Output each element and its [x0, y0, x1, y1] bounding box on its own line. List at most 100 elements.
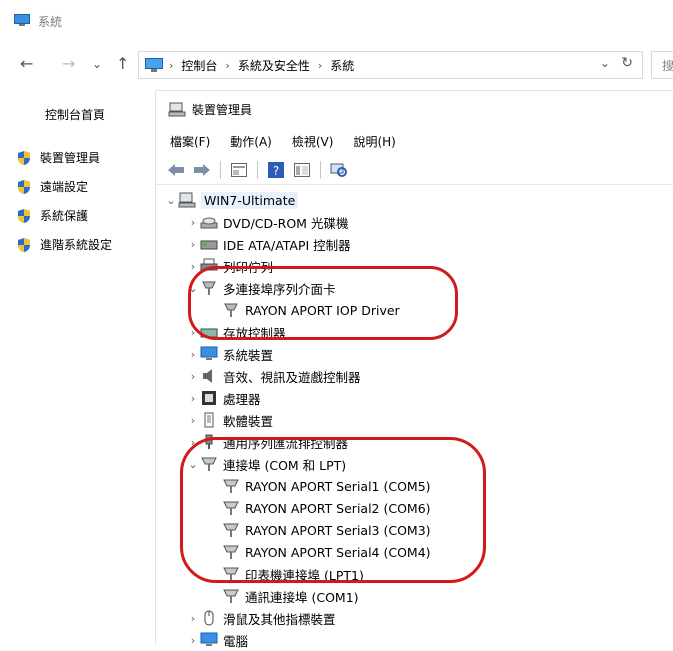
system-icon [14, 14, 30, 26]
device-manager-titlebar: 裝置管理員 [156, 91, 673, 125]
search-input[interactable]: 搜 [651, 51, 673, 79]
help-icon[interactable]: ? [266, 161, 286, 179]
tree-item-label: WIN7-Ultimate [201, 191, 299, 209]
tree-root[interactable]: ⌄ WIN7-Ultimate [164, 189, 299, 211]
serial-device-icon [222, 302, 240, 318]
scan-icon[interactable] [329, 161, 349, 179]
breadcrumb-separator: › [169, 59, 174, 72]
expand-arrow-icon[interactable]: › [186, 326, 200, 339]
expand-arrow-icon[interactable]: › [186, 370, 200, 383]
menu-file[interactable]: 檔案(F) [170, 133, 210, 150]
tree-category[interactable]: › 軟體裝置 [186, 409, 273, 431]
properties-icon[interactable] [229, 161, 249, 179]
tree-category[interactable]: › 滑鼠及其他指標裝置 [186, 607, 336, 629]
toolbar-separator [220, 161, 221, 179]
menu-help[interactable]: 說明(H) [353, 133, 395, 150]
expand-arrow-icon[interactable]: › [186, 414, 200, 427]
menu-bar: 檔案(F) 動作(A) 檢視(V) 說明(H) [170, 133, 396, 150]
expand-arrow-icon[interactable]: › [186, 260, 200, 273]
tree-device[interactable]: RAYON APORT Serial2 (COM6) [208, 497, 431, 519]
tree-category[interactable]: › DVD/CD-ROM 光碟機 [186, 211, 349, 233]
port-icon [222, 478, 240, 494]
expand-arrow-icon[interactable]: › [186, 634, 200, 647]
refresh-button[interactable]: ↻ [621, 55, 633, 71]
breadcrumb: › 控制台 › 系統及安全性 › 系統 [169, 57, 354, 74]
recent-locations-button[interactable]: ⌄ [92, 54, 102, 74]
tree-item-label: 連接埠 (COM 和 LPT) [223, 457, 347, 473]
tree-item-label: 處理器 [223, 391, 261, 407]
tree-item-label: 電腦 [223, 633, 249, 649]
tree-device[interactable]: RAYON APORT Serial3 (COM3) [208, 519, 431, 541]
address-input[interactable]: › 控制台 › 系統及安全性 › 系統 ⌄ ↻ [138, 51, 643, 79]
expand-arrow-icon[interactable]: › [186, 216, 200, 229]
tree-device[interactable]: RAYON APORT Serial4 (COM4) [208, 541, 431, 563]
sidebar-item-remote-settings[interactable]: 遠端設定 [16, 178, 88, 195]
tree-device[interactable]: RAYON APORT Serial1 (COM5) [208, 475, 431, 497]
back-icon[interactable] [166, 161, 186, 179]
menu-action[interactable]: 動作(A) [230, 133, 272, 150]
device-manager-window: 裝置管理員 檔案(F) 動作(A) 檢視(V) 說明(H) ? ⌄ WIN7-Ul… [155, 90, 673, 649]
expand-arrow-icon[interactable]: › [186, 436, 200, 449]
tree-category[interactable]: ⌄ 多連接埠序列介面卡 [186, 277, 336, 299]
address-dropdown-button[interactable]: ⌄ [600, 56, 610, 70]
tree-device[interactable]: 印表機連接埠 (LPT1) [208, 563, 364, 585]
sidebar-item-system-protection[interactable]: 系統保護 [16, 207, 88, 224]
collapse-arrow-icon[interactable]: ⌄ [186, 458, 200, 471]
tree-item-label: RAYON APORT Serial3 (COM3) [245, 522, 431, 538]
shield-icon [18, 179, 30, 194]
forward-icon[interactable] [192, 161, 212, 179]
multiport-serial-icon [200, 280, 218, 296]
collapse-arrow-icon[interactable]: ⌄ [186, 282, 200, 295]
svg-text:?: ? [273, 164, 279, 178]
device-manager-icon [168, 102, 186, 117]
device-manager-title: 裝置管理員 [192, 103, 253, 117]
menu-view[interactable]: 檢視(V) [292, 133, 334, 150]
tree-category[interactable]: ⌄ 連接埠 (COM 和 LPT) [186, 453, 346, 475]
breadcrumb-system[interactable]: 系統 [330, 57, 354, 74]
breadcrumb-separator: › [317, 59, 323, 72]
tree-item-label: 多連接埠序列介面卡 [223, 281, 336, 297]
port-icon [222, 522, 240, 538]
port-icon [222, 544, 240, 560]
mouse-icon [200, 610, 218, 626]
tree-item-label: 滑鼠及其他指標裝置 [223, 611, 336, 627]
breadcrumb-control-panel[interactable]: 控制台 [181, 57, 217, 74]
processor-icon [200, 390, 218, 406]
tree-category[interactable]: › 列印佇列 [186, 255, 273, 277]
collapse-arrow-icon[interactable]: ⌄ [164, 194, 178, 207]
tree-category[interactable]: › 通用序列匯流排控制器 [186, 431, 348, 453]
view-icon[interactable] [292, 161, 312, 179]
expand-arrow-icon[interactable]: › [186, 612, 200, 625]
expand-arrow-icon[interactable]: › [186, 348, 200, 361]
sidebar-home-link[interactable]: 控制台首頁 [45, 106, 105, 123]
shield-icon [18, 208, 30, 223]
tree-device[interactable]: RAYON APORT IOP Driver [208, 299, 400, 321]
sidebar-item-label: 系統保護 [40, 209, 89, 223]
breadcrumb-system-security[interactable]: 系統及安全性 [238, 57, 310, 74]
up-button[interactable]: ↑ [116, 54, 129, 74]
sidebar-item-advanced-settings[interactable]: 進階系統設定 [16, 236, 112, 253]
tree-category[interactable]: › 存放控制器 [186, 321, 286, 343]
forward-button[interactable]: → [62, 54, 75, 74]
sidebar: 控制台首頁 裝置管理員 遠端設定 系統保護 進階系統設定 [0, 86, 150, 643]
tree-category[interactable]: › 電腦 [186, 629, 248, 651]
computer-icon [178, 192, 196, 208]
tree-item-label: RAYON APORT Serial1 (COM5) [245, 478, 431, 494]
software-device-icon [200, 412, 218, 428]
tree-category[interactable]: › 系統裝置 [186, 343, 273, 365]
expand-arrow-icon[interactable]: › [186, 238, 200, 251]
tree-item-label: 音效、視訊及遊戲控制器 [223, 369, 361, 385]
tree-item-label: 印表機連接埠 (LPT1) [245, 567, 364, 583]
window-titlebar: 系統 [0, 0, 673, 40]
toolbar-separator [257, 161, 258, 179]
tree-item-label: RAYON APORT Serial4 (COM4) [245, 544, 431, 560]
sidebar-item-device-manager[interactable]: 裝置管理員 [16, 149, 100, 166]
usb-icon [200, 434, 218, 450]
tree-category[interactable]: › 音效、視訊及遊戲控制器 [186, 365, 361, 387]
dvd-drive-icon [200, 214, 218, 230]
tree-category[interactable]: › 處理器 [186, 387, 261, 409]
back-button[interactable]: ← [20, 54, 33, 74]
tree-category[interactable]: › IDE ATA/ATAPI 控制器 [186, 233, 351, 255]
expand-arrow-icon[interactable]: › [186, 392, 200, 405]
tree-device[interactable]: 通訊連接埠 (COM1) [208, 585, 359, 607]
